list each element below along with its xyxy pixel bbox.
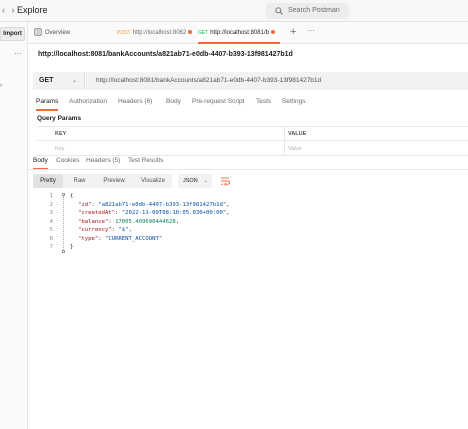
fold-marker-icon[interactable]	[62, 193, 65, 253]
unsaved-dot-icon	[271, 30, 275, 35]
pretty-button[interactable]: Pretty	[33, 174, 63, 188]
line-number: 4	[49, 218, 53, 225]
code-line: "type": "CURRENT_ACCOUNT"	[78, 235, 163, 242]
code-line: "createdAt": "2022-11-09T08:10:05.030+00…	[78, 210, 230, 216]
json-key: "currency"	[78, 227, 112, 233]
table-header-row: KEY VALUE	[37, 127, 468, 141]
format-value: JSON	[183, 178, 198, 184]
method-select[interactable]: GET ⌄	[33, 72, 85, 90]
search-icon	[275, 7, 283, 15]
tab-label: http://localhost:8062	[132, 30, 187, 36]
chevron-down-icon: ⌄	[71, 78, 77, 84]
nav-arrows-icon[interactable]: ‹ ›	[2, 5, 17, 15]
tab-response-body[interactable]: Body	[33, 157, 48, 170]
tab-overview-label: Overview	[45, 30, 71, 36]
json-key: "type"	[78, 235, 99, 242]
table-row: Key Value	[37, 142, 468, 156]
value-column-header: VALUE	[288, 131, 307, 137]
request-title[interactable]: http://localhost:8081/bankAccounts/a821a…	[38, 51, 293, 58]
code-line: "id": "a821ab71-e0db-4407-b393-13f981427…	[78, 201, 230, 208]
json-key: "balance"	[78, 218, 109, 225]
line-number: 6	[49, 235, 53, 242]
explore-link[interactable]: Explore	[17, 5, 48, 15]
collapse-arrow-icon[interactable]: ›	[0, 82, 2, 89]
search-box[interactable]: Search Postman	[266, 3, 349, 19]
format-toggle-group: Pretty Raw Preview Visualize	[33, 174, 172, 188]
tab-params[interactable]: Params	[36, 98, 59, 111]
code-line: "currency": "$",	[78, 227, 132, 233]
tab-method: POST	[117, 30, 131, 36]
line-number: 7	[49, 244, 53, 250]
line-number: 3	[49, 210, 53, 216]
tab-more-icon[interactable]: ···	[307, 26, 315, 35]
overview-icon	[34, 28, 42, 37]
tab-headers[interactable]: Headers (6)	[118, 98, 152, 105]
tab-response-headers[interactable]: Headers (5)	[86, 157, 120, 164]
tab-method: GET	[198, 30, 209, 36]
response-body-editor[interactable]: 1 2 3 4 5 6 7 { "id": "a821ab71-e0db-4407…	[33, 193, 468, 429]
method-value: GET	[39, 77, 54, 84]
key-column-header: KEY	[55, 131, 67, 137]
json-value: "CURRENT_ACCOUNT"	[104, 235, 163, 242]
code-line: }	[70, 244, 74, 250]
line-number: 1	[49, 193, 53, 199]
column-divider	[284, 127, 285, 156]
line-number: 5	[49, 227, 53, 233]
tab-post-request[interactable]: POST http://localhost:8062	[117, 22, 193, 44]
chevron-down-icon: ⌄	[203, 178, 208, 184]
raw-button[interactable]: Raw	[66, 174, 93, 188]
tab-test-results[interactable]: Test Results	[128, 157, 163, 164]
wrap-lines-icon[interactable]	[218, 174, 232, 188]
params-table: KEY VALUE Key Value	[37, 126, 468, 156]
tab-body[interactable]: Body	[166, 98, 181, 105]
tab-label: http://localhost:8081/b	[210, 30, 269, 36]
visualize-button[interactable]: Visualize	[135, 174, 171, 188]
json-value: 17005.409690444628	[115, 218, 176, 225]
divider	[28, 169, 468, 170]
tab-overview[interactable]: Overview	[34, 22, 114, 44]
format-select[interactable]: JSON ⌄	[178, 174, 212, 188]
code-line: "balance": 17005.409690444628,	[78, 218, 180, 225]
tab-strip: Overview POST http://localhost:8062 GET ht…	[28, 22, 468, 44]
tab-authorization[interactable]: Authorization	[69, 98, 107, 105]
postman-window: ‹ › Explore Search Postman Import › ··· …	[0, 0, 468, 429]
tab-get-request[interactable]: GET http://localhost:8081/b	[198, 22, 280, 44]
query-params-label: Query Params	[37, 115, 82, 122]
tab-tests[interactable]: Tests	[256, 98, 271, 105]
new-tab-button[interactable]: +	[290, 26, 296, 38]
json-value: "$"	[118, 227, 129, 233]
top-bar: ‹ › Explore Search Postman	[0, 0, 468, 22]
json-key: "id"	[78, 201, 92, 208]
json-key: "createdAt"	[78, 210, 116, 216]
value-input[interactable]: Value	[270, 142, 302, 156]
url-input[interactable]: http://localhost:8081/bankAccounts/a821a…	[86, 72, 468, 90]
unsaved-dot-icon	[188, 30, 193, 35]
preview-button[interactable]: Preview	[97, 174, 131, 188]
tab-pre-request-script[interactable]: Pre-request Script	[192, 98, 244, 105]
json-value: "2022-11-09T08:10:05.030+00:00"	[121, 210, 227, 216]
tab-cookies[interactable]: Cookies	[56, 157, 79, 164]
import-button[interactable]: Import	[0, 27, 25, 41]
code-line: {	[70, 193, 74, 199]
line-number: 2	[49, 201, 53, 208]
key-input[interactable]: Key	[37, 142, 64, 156]
json-value: "a821ab71-e0db-4407-b393-13f981427b1d"	[98, 201, 227, 208]
sidebar: Import ›	[0, 22, 28, 429]
sidebar-more-icon[interactable]: ···	[14, 49, 22, 58]
tab-settings[interactable]: Settings	[282, 98, 306, 105]
search-placeholder: Search Postman	[288, 7, 340, 14]
